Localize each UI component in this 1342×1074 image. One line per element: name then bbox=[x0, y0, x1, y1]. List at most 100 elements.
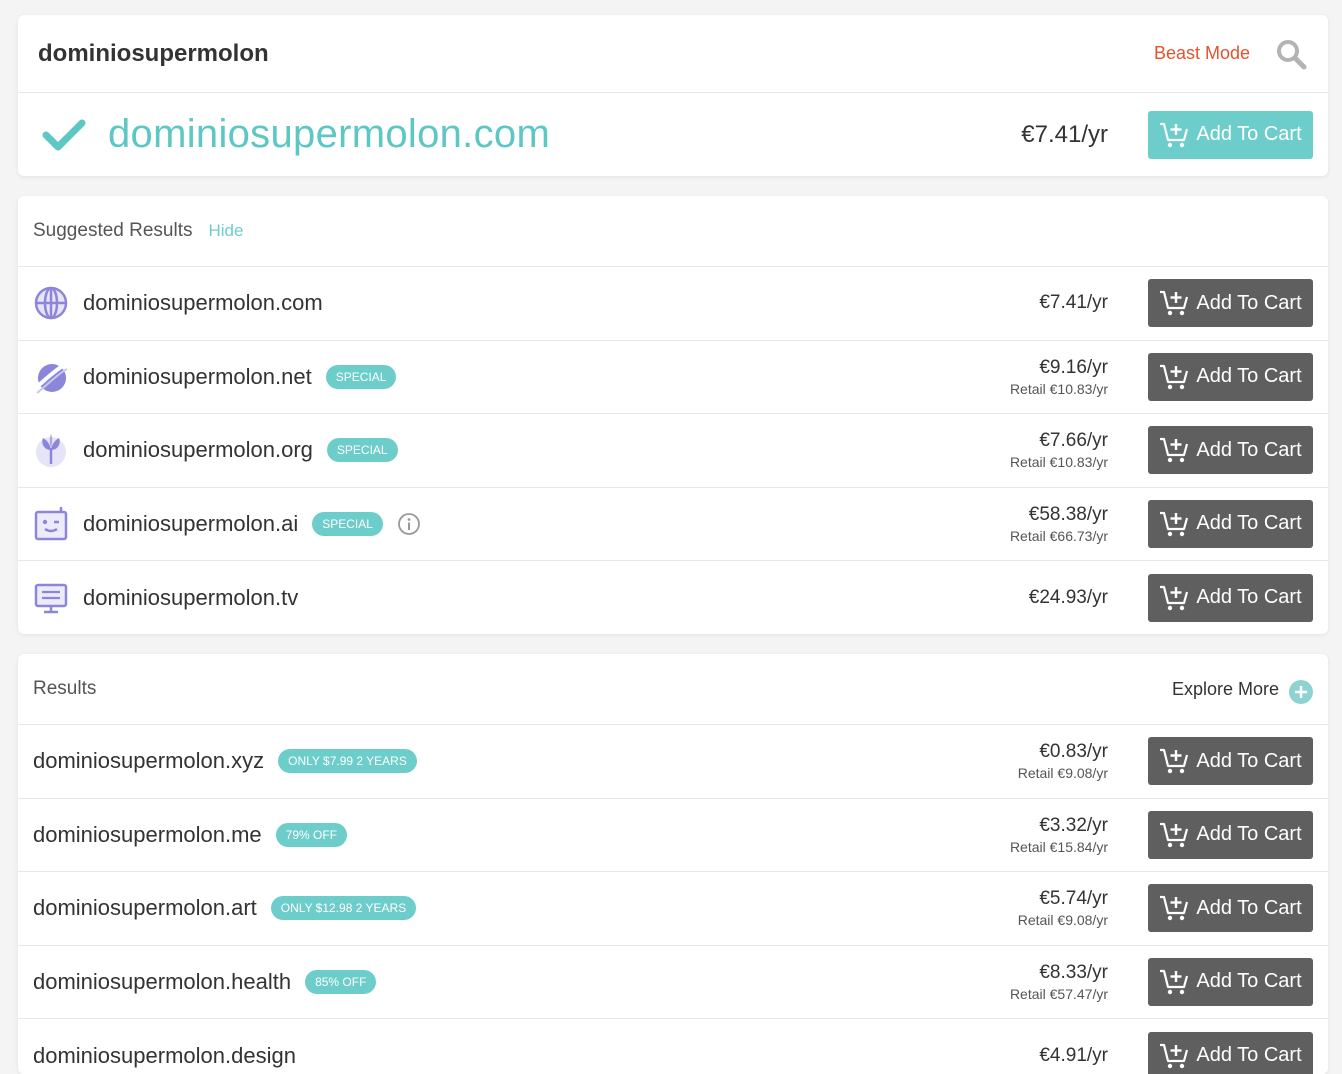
domain-name[interactable]: dominiosupermolon.org bbox=[83, 437, 313, 463]
main-domain[interactable]: dominiosupermolon.com bbox=[108, 112, 1021, 157]
promo-badge: 85% OFF bbox=[305, 969, 377, 994]
suggested-row: dominiosupermolon.org SPECIAL €7.66/yr R… bbox=[18, 414, 1328, 488]
cart-icon bbox=[1160, 122, 1189, 147]
cart-button-label: Add To Cart bbox=[1196, 1044, 1302, 1067]
promo-badge: 79% OFF bbox=[275, 822, 348, 847]
price-block: €7.66/yr Retail €10.83/yr bbox=[848, 430, 1108, 470]
special-badge: SPECIAL bbox=[325, 364, 397, 389]
info-icon[interactable] bbox=[397, 512, 421, 536]
domain-name[interactable]: dominiosupermolon.net bbox=[83, 364, 312, 390]
price-block: €3.32/yr Retail €15.84/yr bbox=[848, 815, 1108, 855]
retail-price: Retail €9.08/yr bbox=[1017, 912, 1108, 929]
domain-name[interactable]: dominiosupermolon.me bbox=[33, 822, 262, 848]
add-to-cart-button[interactable]: Add To Cart bbox=[1148, 426, 1313, 475]
check-icon bbox=[42, 118, 90, 152]
suggested-row: dominiosupermolon.com €7.41/yr Add To Ca… bbox=[18, 267, 1328, 341]
domain-name[interactable]: dominiosupermolon.design bbox=[33, 1043, 296, 1069]
price: €24.93/yr bbox=[1028, 586, 1108, 608]
cart-icon bbox=[1160, 511, 1189, 536]
search-bar: dominiosupermolon Beast Mode bbox=[18, 15, 1328, 93]
price-block: €8.33/yr Retail €57.47/yr bbox=[848, 962, 1108, 1002]
result-row: dominiosupermolon.me 79% OFF €3.32/yr Re… bbox=[18, 799, 1328, 872]
add-to-cart-button[interactable]: Add To Cart bbox=[1148, 737, 1313, 786]
results-card: Results Explore More dominiosupermolon.x… bbox=[18, 654, 1328, 1074]
price: €58.38/yr bbox=[1028, 503, 1108, 525]
cart-button-label: Add To Cart bbox=[1196, 749, 1302, 772]
special-badge: SPECIAL bbox=[326, 438, 398, 463]
promo-badge: ONLY $12.98 2 YEARS bbox=[270, 896, 417, 921]
cart-button-label: Add To Cart bbox=[1196, 123, 1302, 145]
cart-button-label: Add To Cart bbox=[1196, 970, 1302, 993]
planet-icon bbox=[33, 359, 69, 395]
price: €3.32/yr bbox=[1039, 814, 1108, 836]
price-block: €9.16/yr Retail €10.83/yr bbox=[848, 357, 1108, 397]
suggested-results-card: Suggested Results Hide dominiosupermolon… bbox=[18, 196, 1328, 634]
add-to-cart-button[interactable]: Add To Cart bbox=[1148, 810, 1313, 859]
suggested-row: dominiosupermolon.ai SPECIAL €58.38/yr R… bbox=[18, 488, 1328, 561]
results-title: Results bbox=[33, 678, 97, 699]
price: €0.83/yr bbox=[1039, 741, 1108, 763]
cart-button-label: Add To Cart bbox=[1196, 823, 1302, 846]
robot-icon bbox=[33, 506, 69, 542]
domain-name[interactable]: dominiosupermolon.com bbox=[83, 290, 323, 316]
retail-price: Retail €9.08/yr bbox=[1017, 765, 1108, 782]
add-to-cart-button[interactable]: Add To Cart bbox=[1148, 279, 1313, 328]
search-term[interactable]: dominiosupermolon bbox=[38, 40, 1154, 68]
domain-name[interactable]: dominiosupermolon.health bbox=[33, 969, 291, 995]
cart-icon bbox=[1160, 749, 1189, 774]
price-block: €7.41/yr bbox=[848, 292, 1108, 314]
price-block: €5.74/yr Retail €9.08/yr bbox=[848, 888, 1108, 928]
cart-button-label: Add To Cart bbox=[1196, 896, 1302, 919]
cart-icon bbox=[1160, 364, 1189, 389]
main-price: €7.41/yr bbox=[1021, 120, 1108, 148]
add-to-cart-button[interactable]: Add To Cart bbox=[1148, 573, 1313, 622]
price-block: €24.93/yr bbox=[848, 587, 1108, 609]
add-to-cart-button[interactable]: Add To Cart bbox=[1148, 884, 1313, 933]
cart-icon bbox=[1160, 969, 1189, 994]
explore-more-link[interactable]: Explore More bbox=[1172, 679, 1279, 700]
add-to-cart-button[interactable]: Add To Cart bbox=[1148, 1031, 1313, 1074]
domain-name[interactable]: dominiosupermolon.ai bbox=[83, 511, 298, 537]
cart-icon bbox=[1160, 438, 1189, 463]
price: €8.33/yr bbox=[1039, 961, 1108, 983]
search-icon[interactable] bbox=[1274, 37, 1308, 71]
cart-icon bbox=[1160, 585, 1189, 610]
domain-name[interactable]: dominiosupermolon.xyz bbox=[33, 748, 264, 774]
retail-price: Retail €57.47/yr bbox=[1009, 985, 1108, 1002]
retail-price: Retail €66.73/yr bbox=[1009, 527, 1108, 544]
cart-icon bbox=[1160, 822, 1189, 847]
cart-icon bbox=[1160, 896, 1189, 921]
cart-button-label: Add To Cart bbox=[1196, 512, 1302, 535]
result-row: dominiosupermolon.health 85% OFF €8.33/y… bbox=[18, 946, 1328, 1019]
result-row: dominiosupermolon.art ONLY $12.98 2 YEAR… bbox=[18, 872, 1328, 946]
domain-name[interactable]: dominiosupermolon.art bbox=[33, 895, 257, 921]
price-block: €4.91/yr bbox=[848, 1045, 1108, 1067]
retail-price: Retail €10.83/yr bbox=[1009, 454, 1108, 471]
add-to-cart-button[interactable]: Add To Cart bbox=[1148, 352, 1313, 401]
price: €4.91/yr bbox=[1039, 1044, 1108, 1066]
retail-price: Retail €15.84/yr bbox=[1009, 838, 1108, 855]
result-row: dominiosupermolon.xyz ONLY $7.99 2 YEARS… bbox=[18, 725, 1328, 799]
price: €5.74/yr bbox=[1039, 888, 1108, 910]
cart-button-label: Add To Cart bbox=[1196, 291, 1302, 314]
domain-name[interactable]: dominiosupermolon.tv bbox=[83, 585, 298, 611]
price: €7.66/yr bbox=[1039, 430, 1108, 452]
suggested-row: dominiosupermolon.tv €24.93/yr Add To Ca… bbox=[18, 561, 1328, 634]
hide-link[interactable]: Hide bbox=[209, 221, 244, 241]
price: €9.16/yr bbox=[1039, 356, 1108, 378]
plant-icon bbox=[33, 432, 69, 468]
add-to-cart-button[interactable]: Add To Cart bbox=[1148, 499, 1313, 548]
add-to-cart-button[interactable]: Add To Cart bbox=[1148, 957, 1313, 1006]
main-add-to-cart-button[interactable]: Add To Cart bbox=[1148, 110, 1313, 159]
cart-button-label: Add To Cart bbox=[1196, 586, 1302, 609]
search-card: dominiosupermolon Beast Mode dominiosupe… bbox=[18, 15, 1328, 176]
beast-mode-link[interactable]: Beast Mode bbox=[1154, 43, 1250, 64]
results-header: Results Explore More bbox=[18, 654, 1328, 725]
plus-icon[interactable] bbox=[1289, 680, 1313, 704]
price-block: €58.38/yr Retail €66.73/yr bbox=[848, 504, 1108, 544]
monitor-icon bbox=[33, 580, 69, 616]
globe-icon bbox=[33, 285, 69, 321]
cart-button-label: Add To Cart bbox=[1196, 438, 1302, 461]
cart-button-label: Add To Cart bbox=[1196, 365, 1302, 388]
suggested-header: Suggested Results Hide bbox=[18, 196, 1328, 267]
